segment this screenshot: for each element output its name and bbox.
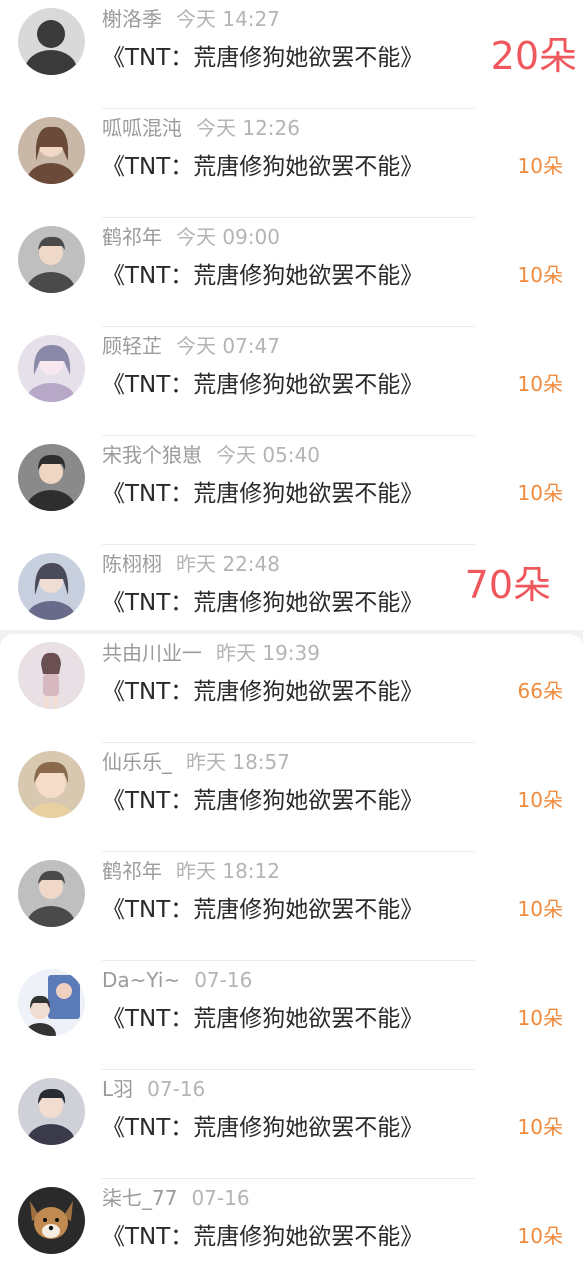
timestamp: 今天 05:40 bbox=[216, 443, 320, 467]
avatar-boy-icon bbox=[18, 1078, 85, 1145]
timestamp: 昨天 22:48 bbox=[176, 552, 280, 576]
user-name[interactable]: Da~Yi~ bbox=[102, 968, 180, 992]
list-item[interactable]: 柒七_77 07-16 《TNT：荒唐修狗她欲罢不能》 10朵 bbox=[0, 1179, 583, 1280]
meta: 鹤祁年 昨天 18:12 bbox=[102, 856, 280, 886]
book-title[interactable]: 《TNT：荒唐修狗她欲罢不能》 bbox=[102, 258, 472, 294]
user-name[interactable]: 柒七_77 bbox=[102, 1186, 177, 1210]
user-name[interactable]: 鹤祁年 bbox=[102, 859, 162, 883]
avatar-cartoon-icon bbox=[18, 969, 85, 1036]
timestamp: 昨天 18:12 bbox=[176, 859, 280, 883]
timestamp: 今天 14:27 bbox=[176, 7, 280, 31]
gift-count: 10朵 bbox=[517, 263, 563, 287]
list-item[interactable]: 顾轻芷 今天 07:47 《TNT：荒唐修狗她欲罢不能》 10朵 bbox=[0, 327, 583, 436]
meta: 鹤祁年 今天 09:00 bbox=[102, 222, 280, 252]
meta: 陈栩栩 昨天 22:48 bbox=[102, 549, 280, 579]
book-title[interactable]: 《TNT：荒唐修狗她欲罢不能》 bbox=[102, 1110, 472, 1146]
list-item[interactable]: 鹤祁年 昨天 18:12 《TNT：荒唐修狗她欲罢不能》 10朵 bbox=[0, 852, 583, 961]
gift-count: 10朵 bbox=[517, 481, 563, 505]
timestamp: 07-16 bbox=[191, 1186, 250, 1210]
avatar-child-icon bbox=[18, 751, 85, 818]
list-item[interactable]: 榭洛季 今天 14:27 《TNT：荒唐修狗她欲罢不能》 20朵 bbox=[0, 0, 583, 109]
avatar[interactable] bbox=[18, 553, 85, 620]
book-title[interactable]: 《TNT：荒唐修狗她欲罢不能》 bbox=[102, 892, 472, 928]
list-item[interactable]: Da~Yi~ 07-16 《TNT：荒唐修狗她欲罢不能》 10朵 bbox=[0, 961, 583, 1070]
user-name[interactable]: 呱呱混沌 bbox=[102, 116, 182, 140]
gift-count: 10朵 bbox=[517, 1006, 563, 1030]
timestamp: 07-16 bbox=[194, 968, 253, 992]
meta: L羽 07-16 bbox=[102, 1074, 205, 1104]
user-name[interactable]: 陈栩栩 bbox=[102, 552, 162, 576]
list-item[interactable]: 呱呱混沌 今天 12:26 《TNT：荒唐修狗她欲罢不能》 10朵 bbox=[0, 109, 583, 218]
avatar[interactable] bbox=[18, 969, 85, 1036]
timestamp: 昨天 19:39 bbox=[216, 641, 320, 665]
avatar-dog-icon bbox=[18, 1187, 85, 1254]
gift-count: 10朵 bbox=[517, 372, 563, 396]
avatar[interactable] bbox=[18, 642, 85, 709]
user-name[interactable]: 仙乐乐_ bbox=[102, 750, 172, 774]
list-item[interactable]: 鹤祁年 今天 09:00 《TNT：荒唐修狗她欲罢不能》 10朵 bbox=[0, 218, 583, 327]
meta: 顾轻芷 今天 07:47 bbox=[102, 331, 280, 361]
avatar[interactable] bbox=[18, 1187, 85, 1254]
user-name[interactable]: L羽 bbox=[102, 1077, 133, 1101]
user-name[interactable]: 宋我个狼崽 bbox=[102, 443, 202, 467]
user-name[interactable]: 顾轻芷 bbox=[102, 334, 162, 358]
meta: 呱呱混沌 今天 12:26 bbox=[102, 113, 300, 143]
avatar[interactable] bbox=[18, 751, 85, 818]
avatar-girl-icon bbox=[18, 117, 85, 184]
list-item[interactable]: 宋我个狼崽 今天 05:40 《TNT：荒唐修狗她欲罢不能》 10朵 bbox=[0, 436, 583, 545]
list-item[interactable]: 仙乐乐_ 昨天 18:57 《TNT：荒唐修狗她欲罢不能》 10朵 bbox=[0, 743, 583, 852]
avatar-boy-icon bbox=[18, 226, 85, 293]
avatar[interactable] bbox=[18, 860, 85, 927]
list-item[interactable]: 陈栩栩 昨天 22:48 《TNT：荒唐修狗她欲罢不能》 70朵 bbox=[0, 545, 583, 630]
gift-count: 20朵 bbox=[490, 34, 577, 78]
timestamp: 今天 12:26 bbox=[196, 116, 300, 140]
list-card-bottom: 共由川业一 昨天 19:39 《TNT：荒唐修狗她欲罢不能》 66朵 仙乐乐_ 昨天… bbox=[0, 634, 583, 1280]
gift-count: 10朵 bbox=[517, 897, 563, 921]
timestamp: 今天 07:47 bbox=[176, 334, 280, 358]
list-item[interactable]: 共由川业一 昨天 19:39 《TNT：荒唐修狗她欲罢不能》 66朵 bbox=[0, 634, 583, 743]
meta: 共由川业一 昨天 19:39 bbox=[102, 638, 320, 668]
avatar-anime-icon bbox=[18, 335, 85, 402]
gift-count: 10朵 bbox=[517, 1224, 563, 1248]
avatar[interactable] bbox=[18, 335, 85, 402]
user-name[interactable]: 鹤祁年 bbox=[102, 225, 162, 249]
gift-count: 66朵 bbox=[517, 679, 563, 703]
list-item[interactable]: L羽 07-16 《TNT：荒唐修狗她欲罢不能》 10朵 bbox=[0, 1070, 583, 1179]
meta: Da~Yi~ 07-16 bbox=[102, 965, 252, 995]
avatar[interactable] bbox=[18, 226, 85, 293]
avatar[interactable] bbox=[18, 444, 85, 511]
meta: 柒七_77 07-16 bbox=[102, 1183, 250, 1213]
avatar-girl-icon bbox=[18, 642, 85, 709]
user-name[interactable]: 榭洛季 bbox=[102, 7, 162, 31]
gift-count: 10朵 bbox=[517, 788, 563, 812]
avatar[interactable] bbox=[18, 8, 85, 75]
user-name[interactable]: 共由川业一 bbox=[102, 641, 202, 665]
book-title[interactable]: 《TNT：荒唐修狗她欲罢不能》 bbox=[102, 783, 472, 819]
avatar-boy-icon bbox=[18, 444, 85, 511]
avatar-boy-icon bbox=[18, 860, 85, 927]
timestamp: 今天 09:00 bbox=[176, 225, 280, 249]
avatar-dark-hair-icon bbox=[18, 8, 85, 75]
gift-count: 10朵 bbox=[517, 154, 563, 178]
avatar[interactable] bbox=[18, 1078, 85, 1145]
book-title[interactable]: 《TNT：荒唐修狗她欲罢不能》 bbox=[102, 40, 472, 76]
book-title[interactable]: 《TNT：荒唐修狗她欲罢不能》 bbox=[102, 585, 472, 621]
meta: 宋我个狼崽 今天 05:40 bbox=[102, 440, 320, 470]
list-card-top: 榭洛季 今天 14:27 《TNT：荒唐修狗她欲罢不能》 20朵 呱呱混沌 今天 1… bbox=[0, 0, 583, 630]
book-title[interactable]: 《TNT：荒唐修狗她欲罢不能》 bbox=[102, 674, 472, 710]
avatar-girl-icon bbox=[18, 553, 85, 620]
timestamp: 07-16 bbox=[147, 1077, 206, 1101]
book-title[interactable]: 《TNT：荒唐修狗她欲罢不能》 bbox=[102, 1219, 472, 1255]
meta: 仙乐乐_ 昨天 18:57 bbox=[102, 747, 290, 777]
book-title[interactable]: 《TNT：荒唐修狗她欲罢不能》 bbox=[102, 476, 472, 512]
book-title[interactable]: 《TNT：荒唐修狗她欲罢不能》 bbox=[102, 1001, 472, 1037]
meta: 榭洛季 今天 14:27 bbox=[102, 4, 280, 34]
gift-count: 10朵 bbox=[517, 1115, 563, 1139]
book-title[interactable]: 《TNT：荒唐修狗她欲罢不能》 bbox=[102, 367, 472, 403]
avatar[interactable] bbox=[18, 117, 85, 184]
gift-count: 70朵 bbox=[462, 563, 553, 607]
book-title[interactable]: 《TNT：荒唐修狗她欲罢不能》 bbox=[102, 149, 472, 185]
timestamp: 昨天 18:57 bbox=[186, 750, 290, 774]
